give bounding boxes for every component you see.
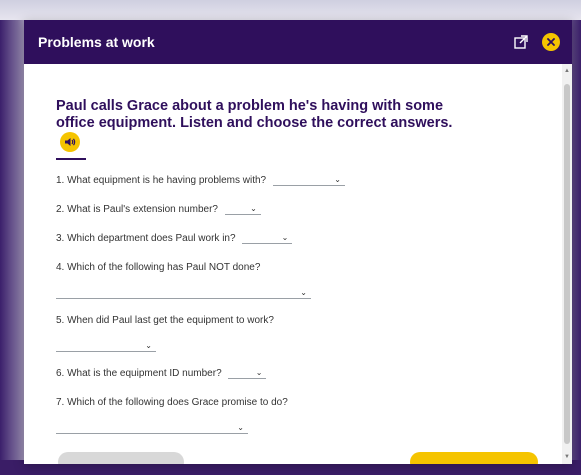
scroll-down-arrow-icon[interactable]: ▼ (564, 454, 570, 460)
external-link-icon[interactable] (514, 35, 528, 49)
answer-dropdown-4[interactable]: ⌄ (56, 287, 311, 299)
audio-play-button[interactable] (60, 132, 80, 152)
answer-dropdown-7[interactable]: ⌄ (56, 422, 248, 434)
question-text: 7. Which of the following does Grace pro… (56, 397, 288, 408)
chevron-down-icon: ⌄ (255, 368, 263, 378)
chevron-down-icon: ⌄ (237, 423, 244, 432)
title-underline (56, 158, 86, 160)
question-3: 3. Which department does Paul work in? ⌄ (56, 232, 532, 246)
chevron-down-icon: ⌄ (281, 233, 289, 243)
answer-dropdown-1[interactable]: ⌄ (272, 174, 345, 187)
chevron-down-icon: ⌄ (250, 204, 257, 214)
chevron-down-icon: ⌄ (300, 288, 307, 297)
question-text: 4. Which of the following has Paul NOT d… (56, 262, 261, 273)
question-5: 5. When did Paul last get the equipment … (56, 314, 532, 352)
scroll-up-arrow-icon[interactable]: ▲ (564, 68, 570, 74)
speaker-icon (65, 138, 76, 146)
chevron-down-icon: ⌄ (145, 341, 152, 350)
question-text: 5. When did Paul last get the equipment … (56, 315, 274, 326)
answer-dropdown-6[interactable]: ⌄ (228, 367, 267, 380)
answer-dropdown-2[interactable]: ⌄ (224, 203, 261, 216)
secondary-action-button[interactable] (58, 452, 184, 464)
question-1: 1. What equipment is he having problems … (56, 174, 532, 188)
question-text: 6. What is the equipment ID number? (56, 368, 222, 379)
question-4: 4. Which of the following has Paul NOT d… (56, 261, 532, 299)
instruction-text: Paul calls Grace about a problem he's ha… (56, 98, 453, 131)
answer-dropdown-5[interactable]: ⌄ (56, 340, 156, 352)
vertical-scrollbar[interactable]: ▲ ▼ (562, 64, 572, 464)
question-list: 1. What equipment is he having problems … (56, 174, 532, 434)
question-7: 7. Which of the following does Grace pro… (56, 396, 532, 434)
close-icon (547, 38, 555, 46)
modal-header: Problems at work (24, 20, 572, 64)
modal-body: Paul calls Grace about a problem he's ha… (24, 64, 572, 464)
modal-title: Problems at work (38, 34, 155, 50)
question-text: 2. What is Paul's extension number? (56, 204, 218, 215)
instruction-heading: Paul calls Grace about a problem he's ha… (56, 98, 466, 152)
question-text: 3. Which department does Paul work in? (56, 233, 236, 244)
chevron-down-icon: ⌄ (334, 175, 341, 185)
exercise-modal: Problems at work Paul calls Grace about … (24, 20, 572, 464)
scrollbar-thumb[interactable] (564, 84, 570, 444)
question-text: 1. What equipment is he having problems … (56, 175, 267, 186)
backdrop-top (0, 0, 581, 20)
primary-action-button[interactable] (410, 452, 538, 464)
question-6: 6. What is the equipment ID number? ⌄ (56, 367, 532, 381)
answer-dropdown-3[interactable]: ⌄ (242, 232, 293, 245)
close-button[interactable] (542, 33, 560, 51)
question-2: 2. What is Paul's extension number? ⌄ (56, 203, 532, 217)
